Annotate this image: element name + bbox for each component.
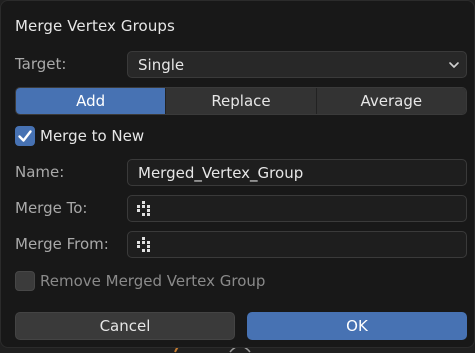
mode-replace-button[interactable]: Replace [166, 88, 317, 114]
chevron-down-icon [449, 62, 459, 68]
name-input-value: Merged_Vertex_Group [138, 164, 304, 182]
merge-to-new-checkbox[interactable] [15, 126, 35, 146]
checkmark-icon [18, 130, 32, 142]
ok-button[interactable]: OK [247, 312, 467, 340]
dialog-title: Merge Vertex Groups [15, 17, 175, 35]
vertex-group-icon [137, 237, 150, 252]
merge-from-field[interactable] [127, 231, 467, 258]
merge-to-new-label: Merge to New [40, 127, 145, 145]
merge-from-label: Merge From: [15, 235, 109, 253]
target-label: Target: [15, 55, 67, 73]
remove-merged-checkbox[interactable] [15, 271, 35, 291]
cancel-button[interactable]: Cancel [15, 312, 235, 340]
merge-to-field[interactable] [127, 195, 467, 222]
mode-segmented-control: Add Replace Average [15, 87, 467, 115]
merge-to-label: Merge To: [15, 199, 88, 217]
mode-average-button[interactable]: Average [316, 88, 466, 114]
vertex-group-icon [137, 201, 150, 216]
target-dropdown-value: Single [138, 56, 185, 74]
name-input[interactable]: Merged_Vertex_Group [127, 159, 467, 186]
target-dropdown[interactable]: Single [127, 51, 467, 78]
merge-to-new-row[interactable]: Merge to New [15, 126, 144, 146]
remove-merged-row[interactable]: Remove Merged Vertex Group [15, 271, 265, 291]
name-label: Name: [15, 163, 65, 181]
mode-add-button[interactable]: Add [16, 88, 167, 114]
merge-vertex-groups-dialog: Merge Vertex Groups Target: Single Add R… [0, 0, 475, 348]
remove-merged-label: Remove Merged Vertex Group [40, 272, 266, 290]
